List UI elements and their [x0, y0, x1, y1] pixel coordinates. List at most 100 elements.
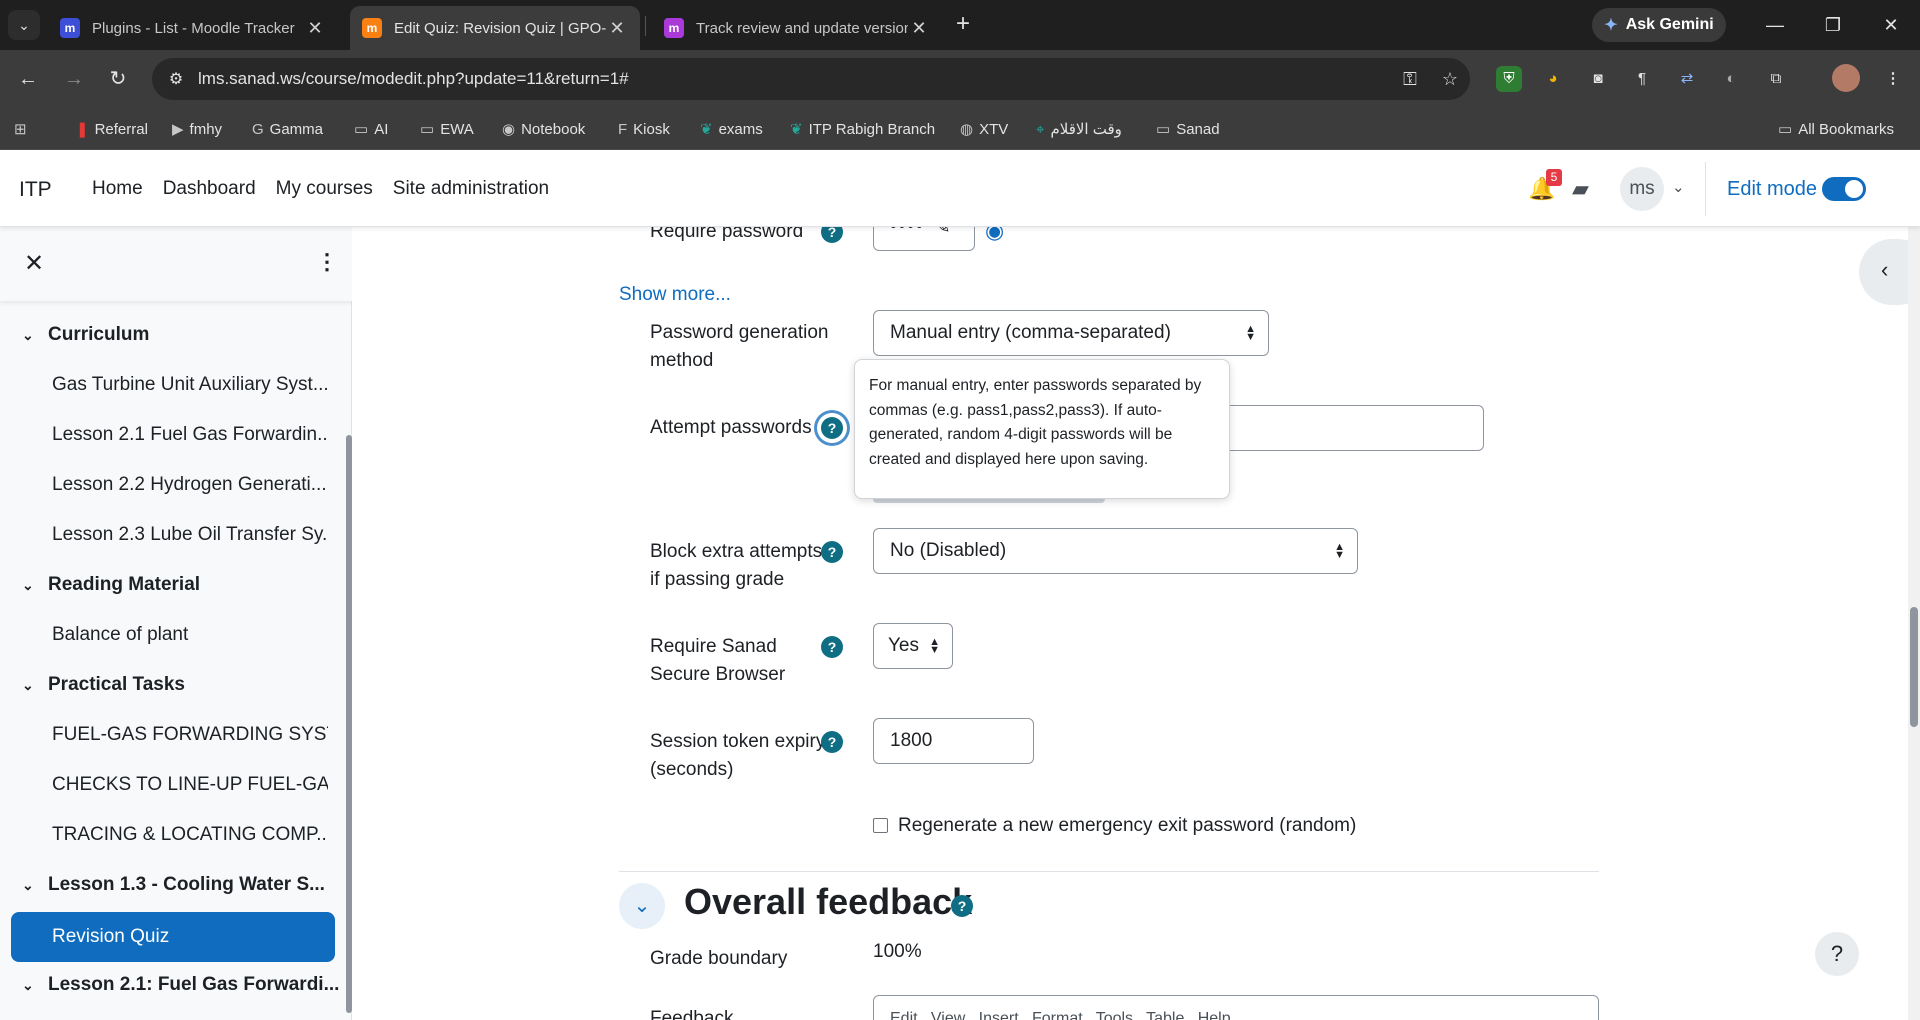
- chevron-down-icon[interactable]: ⌄: [22, 327, 48, 344]
- address-bar[interactable]: ⚙ lms.sanad.ws/course/modedit.php?update…: [152, 58, 1470, 100]
- bookmark-gamma[interactable]: G Gamma: [252, 118, 323, 140]
- regenerate-password-label[interactable]: Regenerate a new emergency exit password…: [898, 812, 1356, 840]
- edit-pencil-icon[interactable]: ✎: [935, 227, 951, 239]
- chrome-menu-icon[interactable]: ⋮: [1880, 66, 1906, 92]
- tab-title: Edit Quiz: Revision Quiz | GPO-(: [394, 19, 606, 37]
- extensions-puzzle-icon[interactable]: ⧉: [1763, 66, 1789, 92]
- help-footer-button[interactable]: ?: [1815, 932, 1859, 976]
- color-extension-icon[interactable]: ◕: [1540, 66, 1566, 92]
- messages-icon[interactable]: ▰: [1572, 176, 1589, 202]
- text-extension-icon[interactable]: ¶: [1629, 66, 1655, 92]
- minimize-button[interactable]: —: [1752, 8, 1798, 42]
- ask-gemini-button[interactable]: ✦ Ask Gemini: [1592, 8, 1726, 42]
- user-menu-chevron-icon[interactable]: ⌄: [1672, 178, 1685, 196]
- section-lesson-2-1[interactable]: ⌄ Lesson 2.1: Fuel Gas Forwardi...: [22, 965, 339, 1005]
- bookmark-exams[interactable]: ❦ exams: [700, 118, 763, 140]
- bookmark-star-icon[interactable]: ☆: [1430, 69, 1470, 90]
- user-avatar[interactable]: ms: [1620, 167, 1664, 211]
- show-more-link[interactable]: Show more...: [619, 284, 731, 306]
- help-icon[interactable]: ?: [821, 636, 843, 658]
- section-curriculum[interactable]: ⌄ Curriculum: [22, 315, 149, 355]
- tab-edit-quiz[interactable]: m Edit Quiz: Revision Quiz | GPO-( ✕: [350, 6, 640, 50]
- course-index-item[interactable]: FUEL-GAS FORWARDING SYST...: [52, 715, 328, 755]
- help-icon[interactable]: ?: [821, 541, 843, 563]
- url-text[interactable]: lms.sanad.ws/course/modedit.php?update=1…: [194, 69, 1390, 89]
- profile-avatar[interactable]: [1832, 64, 1860, 92]
- reveal-password-eye-icon[interactable]: ◉: [985, 227, 1004, 244]
- new-tab-button[interactable]: +: [948, 10, 978, 40]
- bookmark-referral[interactable]: ❚ Referral: [76, 118, 148, 140]
- folder-icon: ▭: [1156, 121, 1171, 138]
- help-icon[interactable]: ?: [951, 895, 973, 917]
- back-button[interactable]: ←: [12, 63, 44, 95]
- regenerate-password-checkbox[interactable]: [873, 818, 888, 833]
- chevron-down-icon[interactable]: ⌄: [22, 677, 48, 694]
- password-generation-select[interactable]: Manual entry (comma-separated) ▲ ▼: [873, 310, 1269, 356]
- course-index-item[interactable]: Lesson 2.3 Lube Oil Transfer Sy...: [52, 515, 328, 555]
- folder-icon: ▭: [420, 121, 435, 138]
- camera-extension-icon[interactable]: ◙: [1585, 66, 1611, 92]
- tab-track-review[interactable]: m Track review and update version ✕: [652, 6, 942, 50]
- apps-grid-icon[interactable]: ⊞: [14, 118, 27, 140]
- course-index-item[interactable]: Lesson 2.1 Fuel Gas Forwardin...: [52, 415, 328, 455]
- course-index-item-current[interactable]: Revision Quiz: [11, 912, 335, 962]
- moon-extension-icon[interactable]: ◐: [1718, 66, 1744, 92]
- chevron-down-icon[interactable]: ⌄: [22, 577, 48, 594]
- bookmark-itp-rabigh[interactable]: ❦ ITP Rabigh Branch: [790, 118, 935, 140]
- nav-dashboard[interactable]: Dashboard: [163, 178, 256, 200]
- drawer-options-icon[interactable]: ⋮: [316, 249, 338, 275]
- help-icon[interactable]: ?: [821, 227, 843, 243]
- editor-menubar[interactable]: Edit View Insert Format Tools Table Help: [890, 1010, 1231, 1020]
- course-index-item[interactable]: TRACING & LOCATING COMP...: [52, 815, 328, 855]
- bookmark-kiosk[interactable]: F Kiosk: [618, 118, 670, 140]
- page-scrollbar-thumb[interactable]: [1910, 607, 1918, 727]
- bookmark-xtv[interactable]: ◍ XTV: [960, 118, 1008, 140]
- course-index-item[interactable]: Lesson 2.2 Hydrogen Generati...: [52, 465, 328, 505]
- bookmark-notebook[interactable]: ◉ Notebook: [502, 118, 585, 140]
- bookmark-folder-ai[interactable]: ▭ AI: [354, 118, 388, 140]
- notification-count-badge: 5: [1546, 169, 1562, 186]
- forward-button[interactable]: →: [58, 63, 90, 95]
- course-index-item[interactable]: Balance of plant: [52, 615, 328, 655]
- tab-search-button[interactable]: ⌄: [8, 10, 40, 40]
- password-key-icon[interactable]: ⚿: [1390, 69, 1430, 90]
- edit-mode-toggle[interactable]: [1822, 177, 1866, 201]
- nav-home[interactable]: Home: [92, 178, 143, 200]
- chevron-down-icon[interactable]: ⌄: [22, 977, 48, 994]
- shield-extension-icon[interactable]: ⛨: [1496, 66, 1522, 92]
- site-info-icon[interactable]: ⚙: [158, 69, 194, 89]
- help-icon[interactable]: ?: [821, 417, 843, 439]
- nav-site-administration[interactable]: Site administration: [393, 178, 549, 200]
- course-index-item[interactable]: CHECKS TO LINE-UP FUEL-GAS...: [52, 765, 328, 805]
- nav-my-courses[interactable]: My courses: [276, 178, 373, 200]
- chevron-down-icon[interactable]: ⌄: [22, 877, 48, 894]
- restore-button[interactable]: ❐: [1810, 8, 1856, 42]
- section-lesson-1-3[interactable]: ⌄ Lesson 1.3 - Cooling Water S...: [22, 865, 325, 905]
- site-brand[interactable]: ITP: [19, 178, 52, 202]
- close-tab-icon[interactable]: ✕: [908, 18, 930, 39]
- section-practical-tasks[interactable]: ⌄ Practical Tasks: [22, 665, 185, 705]
- tab-moodle-tracker[interactable]: m Plugins - List - Moodle Tracker ✕: [48, 6, 338, 50]
- close-tab-icon[interactable]: ✕: [304, 18, 326, 39]
- bookmark-folder-sanad[interactable]: ▭ Sanad: [1156, 118, 1220, 140]
- reload-button[interactable]: ↻: [102, 63, 134, 95]
- require-password-field[interactable]: •••• ✎: [873, 227, 975, 251]
- block-extra-attempts-select[interactable]: No (Disabled) ▲ ▼: [873, 528, 1358, 574]
- sync-extension-icon[interactable]: ⇄: [1674, 66, 1700, 92]
- bookmark-folder-ewa[interactable]: ▭ EWA: [420, 118, 474, 140]
- section-reading-material[interactable]: ⌄ Reading Material: [22, 565, 200, 605]
- close-window-button[interactable]: ✕: [1868, 8, 1914, 42]
- bookmark-fmhy[interactable]: ▶ fmhy: [172, 118, 222, 140]
- gemini-icon: ✦: [1604, 17, 1618, 34]
- all-bookmarks[interactable]: ▭ All Bookmarks: [1778, 118, 1894, 140]
- collapse-section-chevron-icon[interactable]: ⌄: [619, 883, 665, 929]
- select-arrows-icon: ▲ ▼: [929, 636, 940, 656]
- session-token-expiry-input[interactable]: 1800: [873, 718, 1034, 764]
- course-index-item[interactable]: Gas Turbine Unit Auxiliary Syst...: [52, 365, 328, 405]
- bookmark-prayer-times[interactable]: ⌖ وقت الاقلام: [1036, 118, 1122, 140]
- feedback-editor[interactable]: Edit View Insert Format Tools Table Help: [873, 995, 1599, 1020]
- close-tab-icon[interactable]: ✕: [606, 18, 628, 39]
- secure-browser-select[interactable]: Yes ▲ ▼: [873, 623, 953, 669]
- help-icon[interactable]: ?: [821, 731, 843, 753]
- close-drawer-icon[interactable]: ✕: [24, 249, 44, 278]
